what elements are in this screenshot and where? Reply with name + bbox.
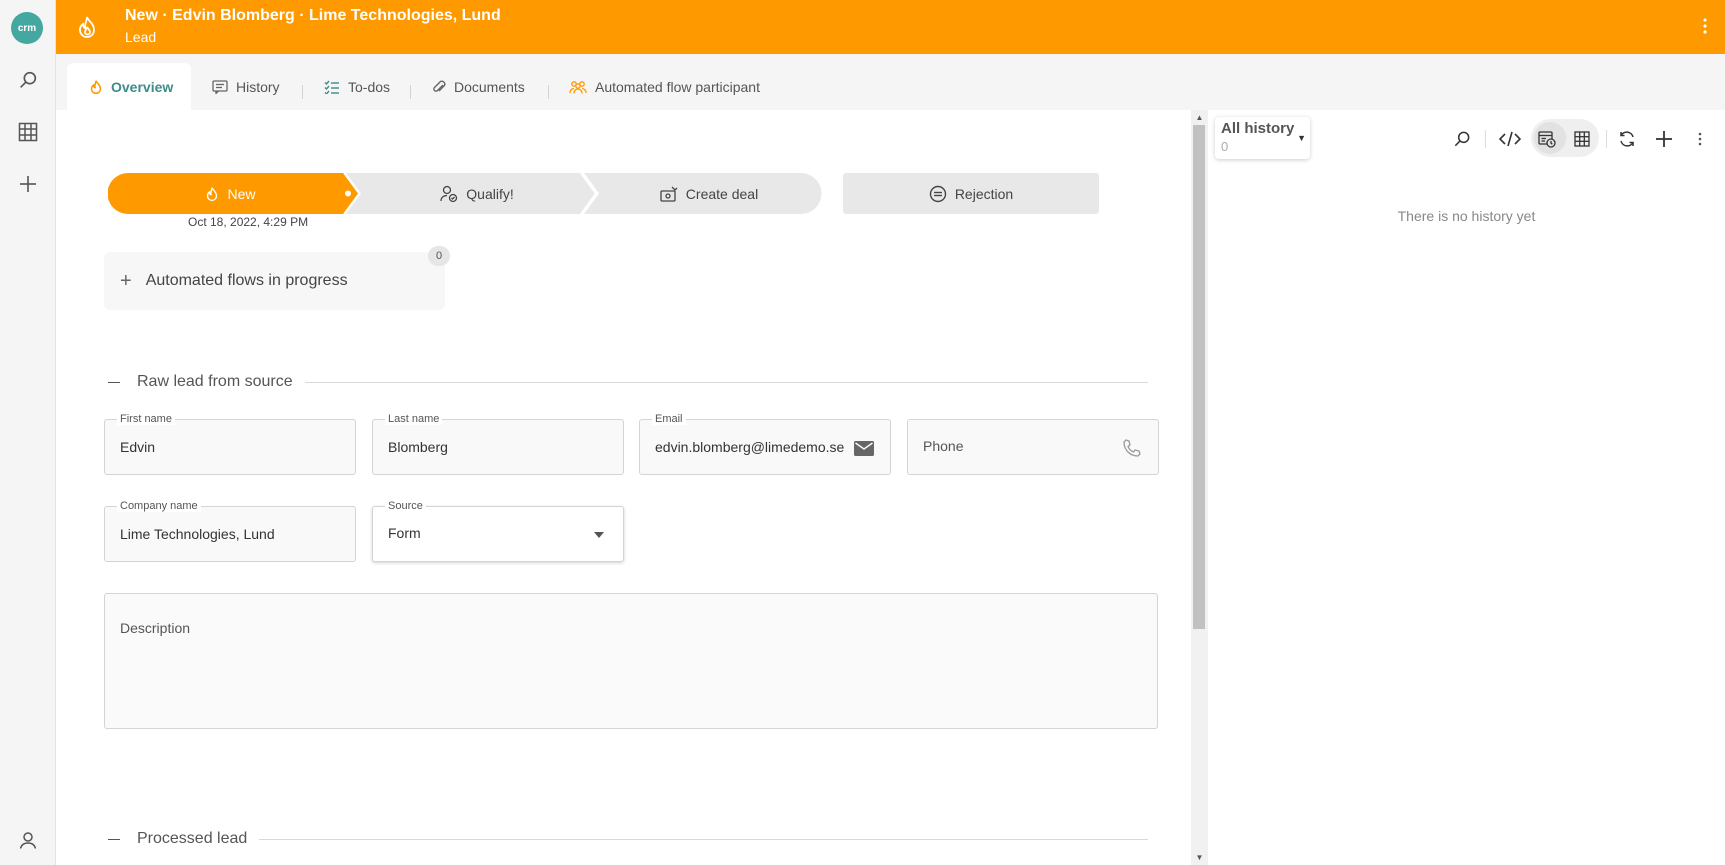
calendar-history-icon[interactable] (1533, 125, 1561, 153)
source-select[interactable]: Source Form (372, 500, 624, 562)
step-label: Create deal (685, 185, 759, 202)
history-panel: All history 0 ▼ There is no history yet (1208, 110, 1725, 865)
no-entry-icon (929, 185, 947, 202)
scrollbar-thumb[interactable] (1193, 125, 1205, 629)
section-processed-lead[interactable]: Processed lead (104, 829, 1148, 849)
history-list-icon (212, 79, 228, 94)
refresh-icon[interactable] (1613, 125, 1641, 153)
main-scrollbar[interactable]: ▲ ▼ (1191, 110, 1208, 865)
step-label: Qualify! (466, 185, 514, 202)
expand-plus-icon[interactable]: + (120, 270, 132, 293)
tab-todos[interactable]: To-dos (324, 63, 390, 110)
tab-automated-flow-participant[interactable]: Automated flow participant (569, 63, 760, 110)
caret-down-icon[interactable] (587, 523, 611, 547)
tab-label: To-dos (348, 78, 391, 95)
tab-divider (410, 85, 411, 99)
paperclip-icon (433, 80, 446, 92)
user-profile-icon[interactable] (12, 824, 44, 856)
flame-icon (90, 79, 102, 94)
crm-logo-icon[interactable]: crm (11, 12, 43, 44)
company-name-value[interactable]: Lime Technologies, Lund (120, 526, 300, 542)
rejection-button[interactable]: Rejection (843, 173, 1099, 214)
search-icon[interactable] (12, 64, 44, 96)
toolbar-divider (1606, 130, 1607, 148)
add-icon[interactable] (12, 168, 44, 200)
phone-placeholder[interactable]: Phone (923, 438, 1103, 454)
collapse-minus-icon[interactable] (108, 381, 120, 383)
history-empty-message: There is no history yet (1397, 208, 1536, 224)
flame-icon (207, 186, 218, 201)
field-label: Company name (117, 500, 201, 512)
checklist-icon (324, 80, 339, 94)
tab-overview[interactable]: Overview (67, 63, 192, 110)
table-grid-icon[interactable] (12, 116, 44, 148)
last-name-value[interactable]: Blomberg (388, 439, 568, 455)
history-filter-count: 0 (1221, 139, 1229, 154)
phone-icon[interactable] (1120, 436, 1144, 460)
envelope-icon[interactable] (852, 436, 876, 460)
company-name-field[interactable]: Company name Lime Technologies, Lund (104, 500, 356, 562)
tab-documents[interactable]: Documents (432, 63, 525, 110)
description-field[interactable]: Description (104, 593, 1158, 729)
tab-history[interactable]: History (212, 63, 280, 110)
field-label: First name (117, 413, 175, 425)
add-icon[interactable] (1650, 125, 1678, 153)
automated-flows-panel[interactable]: + Automated flows in progress (104, 252, 445, 310)
phone-field[interactable]: Phone (907, 419, 1159, 475)
field-label: Email (652, 413, 686, 425)
tab-label: History (236, 78, 280, 95)
page-title: New · Edvin Blomberg · Lime Technologies… (125, 7, 501, 24)
user-check-icon (440, 185, 458, 202)
deal-icon (660, 186, 678, 202)
search-icon[interactable] (1448, 125, 1476, 153)
section-divider (304, 381, 1148, 383)
section-raw-lead[interactable]: Raw lead from source (104, 372, 1148, 392)
section-title: Processed lead (137, 830, 248, 847)
step-label: Rejection (954, 185, 1014, 202)
tab-bar: Overview History To-dos Documents Automa… (56, 54, 1725, 110)
code-icon[interactable] (1496, 125, 1524, 153)
history-filter-select[interactable]: All history 0 ▼ (1215, 117, 1310, 159)
step-create-deal[interactable]: Create deal (596, 173, 822, 214)
automated-flows-label: Automated flows in progress (145, 272, 348, 289)
overview-panel: New Qualify! Create deal Rejection Oct 1… (56, 110, 1191, 865)
first-name-value[interactable]: Edvin (120, 439, 300, 455)
status-date: Oct 18, 2022, 4:29 PM (188, 215, 309, 229)
email-value[interactable]: edvin.blomberg@limedemo.se (655, 439, 845, 455)
field-label: Source (385, 500, 426, 512)
email-field[interactable]: Email edvin.blomberg@limedemo.se (639, 413, 891, 475)
tab-label: Documents (454, 78, 525, 95)
caret-down-icon: ▼ (1297, 133, 1306, 143)
left-rail: crm (0, 0, 56, 865)
flows-count-badge: 0 (428, 246, 450, 266)
table-grid-icon[interactable] (1568, 125, 1596, 153)
toolbar-divider (1485, 130, 1486, 148)
scroll-up-arrow[interactable]: ▲ (1191, 110, 1208, 125)
more-menu-icon[interactable] (1686, 125, 1714, 153)
collapse-minus-icon[interactable] (108, 838, 120, 840)
more-menu-icon[interactable] (1693, 14, 1717, 38)
description-input[interactable] (105, 594, 1157, 728)
tab-label: Overview (111, 78, 174, 95)
section-title: Raw lead from source (137, 373, 293, 390)
record-header: New · Edvin Blomberg · Lime Technologies… (56, 0, 1725, 54)
people-group-icon (569, 80, 587, 94)
record-type-label: Lead (125, 29, 157, 45)
section-divider (259, 838, 1148, 840)
tab-divider (548, 85, 549, 99)
step-new[interactable]: New (108, 173, 353, 214)
tab-divider (302, 85, 303, 99)
step-qualify[interactable]: Qualify! (358, 173, 596, 214)
tab-label: Automated flow participant (595, 78, 760, 95)
step-label: New (227, 185, 256, 202)
first-name-field[interactable]: First name Edvin (104, 413, 356, 475)
last-name-field[interactable]: Last name Blomberg (372, 413, 624, 475)
app: crm New · Edvin Blomberg · Lime Technolo… (0, 0, 1725, 865)
history-filter-label: All history (1221, 120, 1295, 137)
flame-icon (72, 12, 102, 42)
field-label: Last name (385, 413, 443, 425)
source-value[interactable]: Form (388, 525, 568, 541)
scroll-down-arrow[interactable]: ▼ (1191, 850, 1208, 865)
